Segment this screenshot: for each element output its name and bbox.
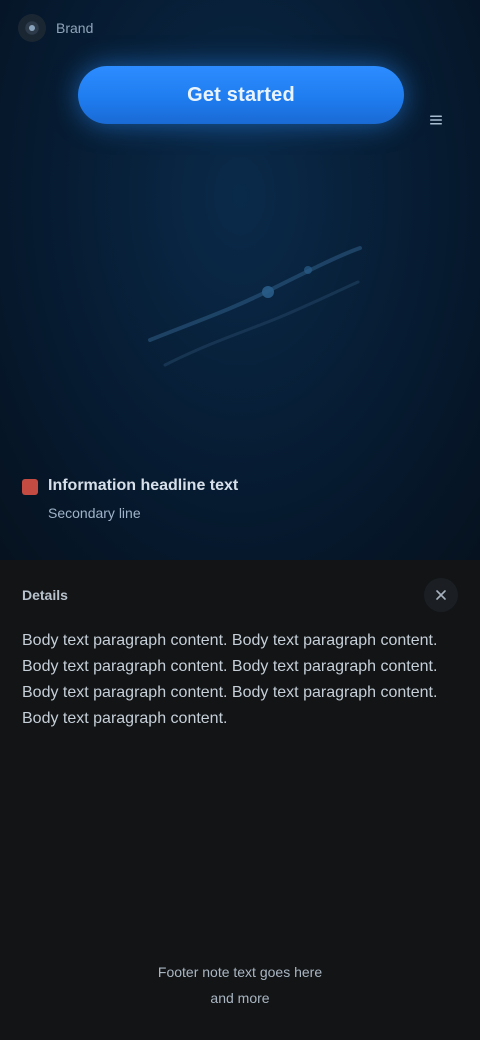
info-text: Information headline text Secondary line (48, 476, 238, 522)
footer-line-1: Footer note text goes here (157, 964, 323, 980)
logo-icon[interactable] (18, 14, 46, 42)
panel-footer: Footer note text goes here and more (58, 962, 422, 1008)
info-row: Information headline text Secondary line (22, 476, 362, 522)
brand-label: Brand (56, 20, 94, 36)
details-panel: Details Body text paragraph content. Bod… (0, 560, 480, 1040)
flag-icon (22, 479, 38, 495)
hero-section: Brand Get started Information headline t… (0, 0, 480, 560)
close-icon-svg (436, 590, 446, 600)
info-subtitle: Secondary line (48, 505, 141, 521)
primary-cta-button[interactable]: Get started (78, 66, 404, 124)
primary-cta-label: Get started (187, 83, 295, 106)
panel-body-text: Body text paragraph content. Body text p… (22, 632, 438, 727)
top-bar: Brand (18, 12, 93, 44)
logo-shape (25, 21, 39, 35)
footer-line-2: and more (210, 990, 270, 1006)
panel-content: Body text paragraph content. Body text p… (22, 628, 458, 928)
hero-illustration (148, 246, 362, 367)
menu-icon-svg (430, 115, 442, 125)
menu-icon[interactable] (422, 106, 450, 134)
info-title: Information headline text (48, 477, 239, 494)
panel-title: Details (22, 587, 68, 603)
panel-header: Details (22, 578, 458, 612)
close-icon[interactable] (424, 578, 458, 612)
info-block: Information headline text Secondary line (22, 476, 362, 522)
